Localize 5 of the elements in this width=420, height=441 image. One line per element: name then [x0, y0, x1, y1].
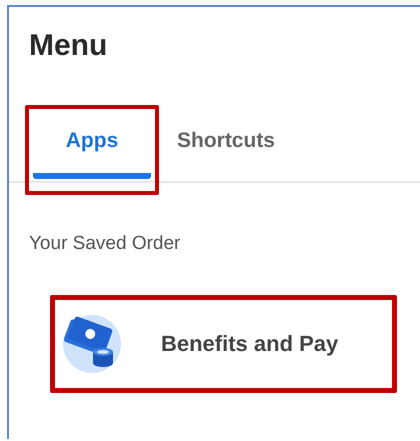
tab[interactable]: Shortcuts [167, 123, 285, 179]
money-icon [63, 315, 121, 373]
menu-title: Menu [29, 29, 108, 63]
section-label: Your Saved Order [29, 233, 180, 255]
app-item[interactable]: Benefits and Pay [55, 300, 392, 388]
